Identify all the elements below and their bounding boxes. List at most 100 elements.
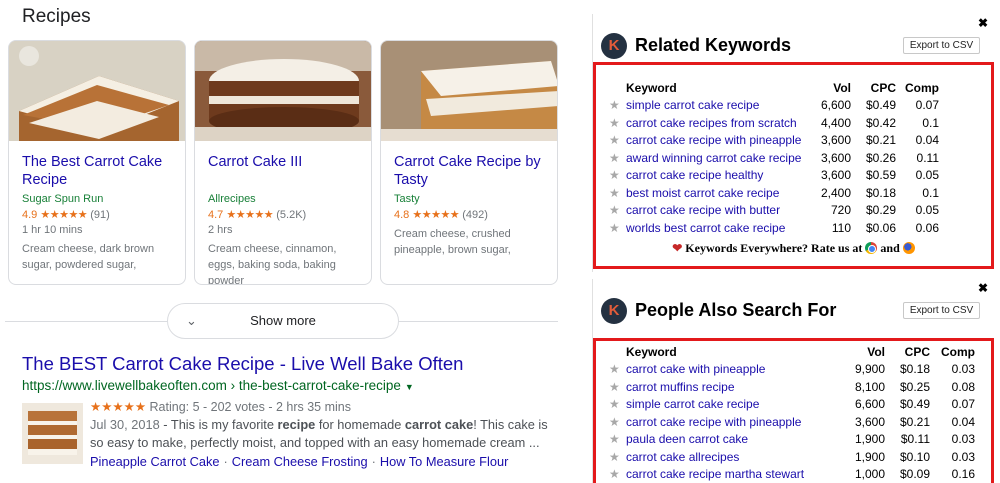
table-row: ★ carrot cake recipes from scratch 4,400 $0… xyxy=(609,114,939,132)
keyword-link[interactable]: carrot cake recipe with pineapple xyxy=(626,413,840,431)
result-title-link[interactable]: The BEST Carrot Cake Recipe - Live Well … xyxy=(22,353,463,375)
sitelink[interactable]: Pineapple Carrot Cake xyxy=(90,454,219,469)
star-icon[interactable]: ★ xyxy=(609,132,626,150)
firefox-icon[interactable] xyxy=(902,242,915,254)
result-url-text: https://www.livewellbakeoften.com › the-… xyxy=(22,378,401,393)
cpc-cell: $0.21 xyxy=(899,414,930,429)
recipe-card[interactable]: Carrot Cake Recipe by Tasty Tasty 4.8 ★★… xyxy=(380,40,558,285)
recipe-source: Allrecipes xyxy=(208,193,256,205)
keyword-link[interactable]: carrot cake recipe healthy xyxy=(626,167,806,185)
star-icon[interactable]: ★ xyxy=(609,466,626,483)
snippet-text: for homemade xyxy=(315,417,405,432)
star-rating-icon: ★★★★★ xyxy=(412,209,460,221)
star-icon[interactable]: ★ xyxy=(609,202,626,220)
export-csv-button[interactable]: Export to CSV xyxy=(903,37,980,54)
star-icon[interactable]: ★ xyxy=(609,361,626,379)
keyword-link[interactable]: best moist carrot cake recipe xyxy=(626,184,806,202)
cpc-cell: $0.18 xyxy=(865,185,896,200)
rating-value: 4.8 xyxy=(394,209,410,221)
close-icon[interactable]: ✖ xyxy=(978,281,988,295)
star-icon[interactable]: ★ xyxy=(609,184,626,202)
keyword-link[interactable]: simple carrot cake recipe xyxy=(626,396,840,414)
column-header-keyword: Keyword xyxy=(626,344,677,359)
table-row: ★ simple carrot cake recipe 6,600 $0.49 0.07 xyxy=(609,396,975,414)
keyword-link[interactable]: worlds best carrot cake recipe xyxy=(626,219,806,237)
keyword-link[interactable]: award winning carrot cake recipe xyxy=(626,149,806,167)
caret-down-icon[interactable]: ▼ xyxy=(405,382,414,392)
table-row: ★ carrot muffins recipe 8,100 $0.25 0.08 xyxy=(609,378,975,396)
star-icon[interactable]: ★ xyxy=(609,219,626,237)
keyword-link[interactable]: carrot cake allrecipes xyxy=(626,448,840,466)
column-header-cpc: CPC xyxy=(904,344,930,359)
comp-cell: 0.04 xyxy=(915,133,939,148)
star-icon[interactable]: ★ xyxy=(609,431,626,449)
cpc-cell: $0.49 xyxy=(865,98,896,113)
table-row: ★ best moist carrot cake recipe 2,400 $0.18… xyxy=(609,184,939,202)
volume-cell: 4,400 xyxy=(820,115,851,130)
star-icon[interactable]: ★ xyxy=(609,396,626,414)
keyword-table-box: Keyword Vol CPC Comp ★ simple carrot cake… xyxy=(593,62,994,269)
star-icon[interactable]: ★ xyxy=(609,114,626,132)
comp-cell: 0.03 xyxy=(951,432,975,447)
recipe-ingredients: Cream cheese, crushed pineapple, brown s… xyxy=(394,228,511,256)
comp-cell: 0.08 xyxy=(951,379,975,394)
keyword-link[interactable]: carrot cake recipe with butter xyxy=(626,202,806,220)
recipe-rating: 4.8 ★★★★★ (492) xyxy=(394,207,545,223)
export-csv-button[interactable]: Export to CSV xyxy=(903,302,980,319)
table-row: ★ carrot cake recipe martha stewart 1,000 $… xyxy=(609,466,975,483)
comp-cell: 0.04 xyxy=(951,414,975,429)
cpc-cell: $0.29 xyxy=(865,203,896,218)
star-icon[interactable]: ★ xyxy=(609,97,626,115)
keyword-link[interactable]: simple carrot cake recipe xyxy=(626,97,806,115)
column-header-vol: Vol xyxy=(833,80,851,95)
volume-cell: 6,600 xyxy=(854,397,885,412)
recipe-title[interactable]: Carrot Cake III xyxy=(208,153,359,191)
column-header-comp: Comp xyxy=(905,80,939,95)
keyword-link[interactable]: carrot cake with pineapple xyxy=(626,361,840,379)
show-more-label: Show more xyxy=(250,313,316,328)
cpc-cell: $0.18 xyxy=(899,362,930,377)
sitelink[interactable]: How To Measure Flour xyxy=(380,454,509,469)
result-thumbnail[interactable] xyxy=(22,403,83,464)
star-rating-icon: ★★★★★ xyxy=(90,400,147,414)
cpc-cell: $0.06 xyxy=(865,220,896,235)
keyword-link[interactable]: carrot cake recipe martha stewart xyxy=(626,466,840,483)
keywords-everywhere-logo: K xyxy=(601,33,627,59)
star-icon[interactable]: ★ xyxy=(609,149,626,167)
recipe-ingredients: Cream cheese, dark brown sugar, powdered… xyxy=(22,243,155,271)
cpc-cell: $0.11 xyxy=(900,432,930,447)
star-icon[interactable]: ★ xyxy=(609,448,626,466)
keyword-link[interactable]: carrot cake recipe with pineapple xyxy=(626,132,806,150)
rating-value: 4.7 xyxy=(208,209,224,221)
star-icon[interactable]: ★ xyxy=(609,167,626,185)
volume-cell: 6,600 xyxy=(820,98,851,113)
people-also-search-panel: ✖ K People Also Search For Export to CSV… xyxy=(592,279,996,483)
recipes-heading: Recipes xyxy=(22,6,91,27)
panel-title: People Also Search For xyxy=(635,300,837,320)
recipe-card[interactable]: Carrot Cake III Allrecipes 4.7 ★★★★★ (5.… xyxy=(194,40,372,285)
result-url[interactable]: https://www.livewellbakeoften.com › the-… xyxy=(22,378,414,393)
review-count: (5.2K) xyxy=(276,209,307,221)
table-header-row: Keyword Vol CPC Comp xyxy=(609,79,939,97)
cpc-cell: $0.09 xyxy=(899,467,930,482)
cpc-cell: $0.21 xyxy=(865,133,896,148)
recipe-image xyxy=(195,41,371,141)
chrome-icon[interactable] xyxy=(865,242,878,254)
star-icon[interactable]: ★ xyxy=(609,378,626,396)
sitelink-separator: · xyxy=(371,454,376,469)
comp-cell: 0.07 xyxy=(951,397,975,412)
show-more-button[interactable]: ⌄ Show more xyxy=(167,303,399,339)
sitelink[interactable]: Cream Cheese Frosting xyxy=(232,454,368,469)
keyword-link[interactable]: carrot muffins recipe xyxy=(626,378,840,396)
table-row: ★ simple carrot cake recipe 6,600 $0.49 0.07 xyxy=(609,97,939,115)
recipe-title[interactable]: The Best Carrot Cake Recipe xyxy=(22,153,173,191)
heart-icon: ❤ xyxy=(672,241,683,255)
keyword-link[interactable]: carrot cake recipes from scratch xyxy=(626,114,806,132)
keyword-link[interactable]: paula deen carrot cake xyxy=(626,431,840,449)
star-icon[interactable]: ★ xyxy=(609,413,626,431)
recipe-title[interactable]: Carrot Cake Recipe by Tasty xyxy=(394,153,545,191)
comp-cell: 0.11 xyxy=(916,150,939,165)
recipe-card[interactable]: The Best Carrot Cake Recipe Sugar Spun R… xyxy=(8,40,186,285)
close-icon[interactable]: ✖ xyxy=(978,16,988,30)
volume-cell: 110 xyxy=(831,220,851,235)
